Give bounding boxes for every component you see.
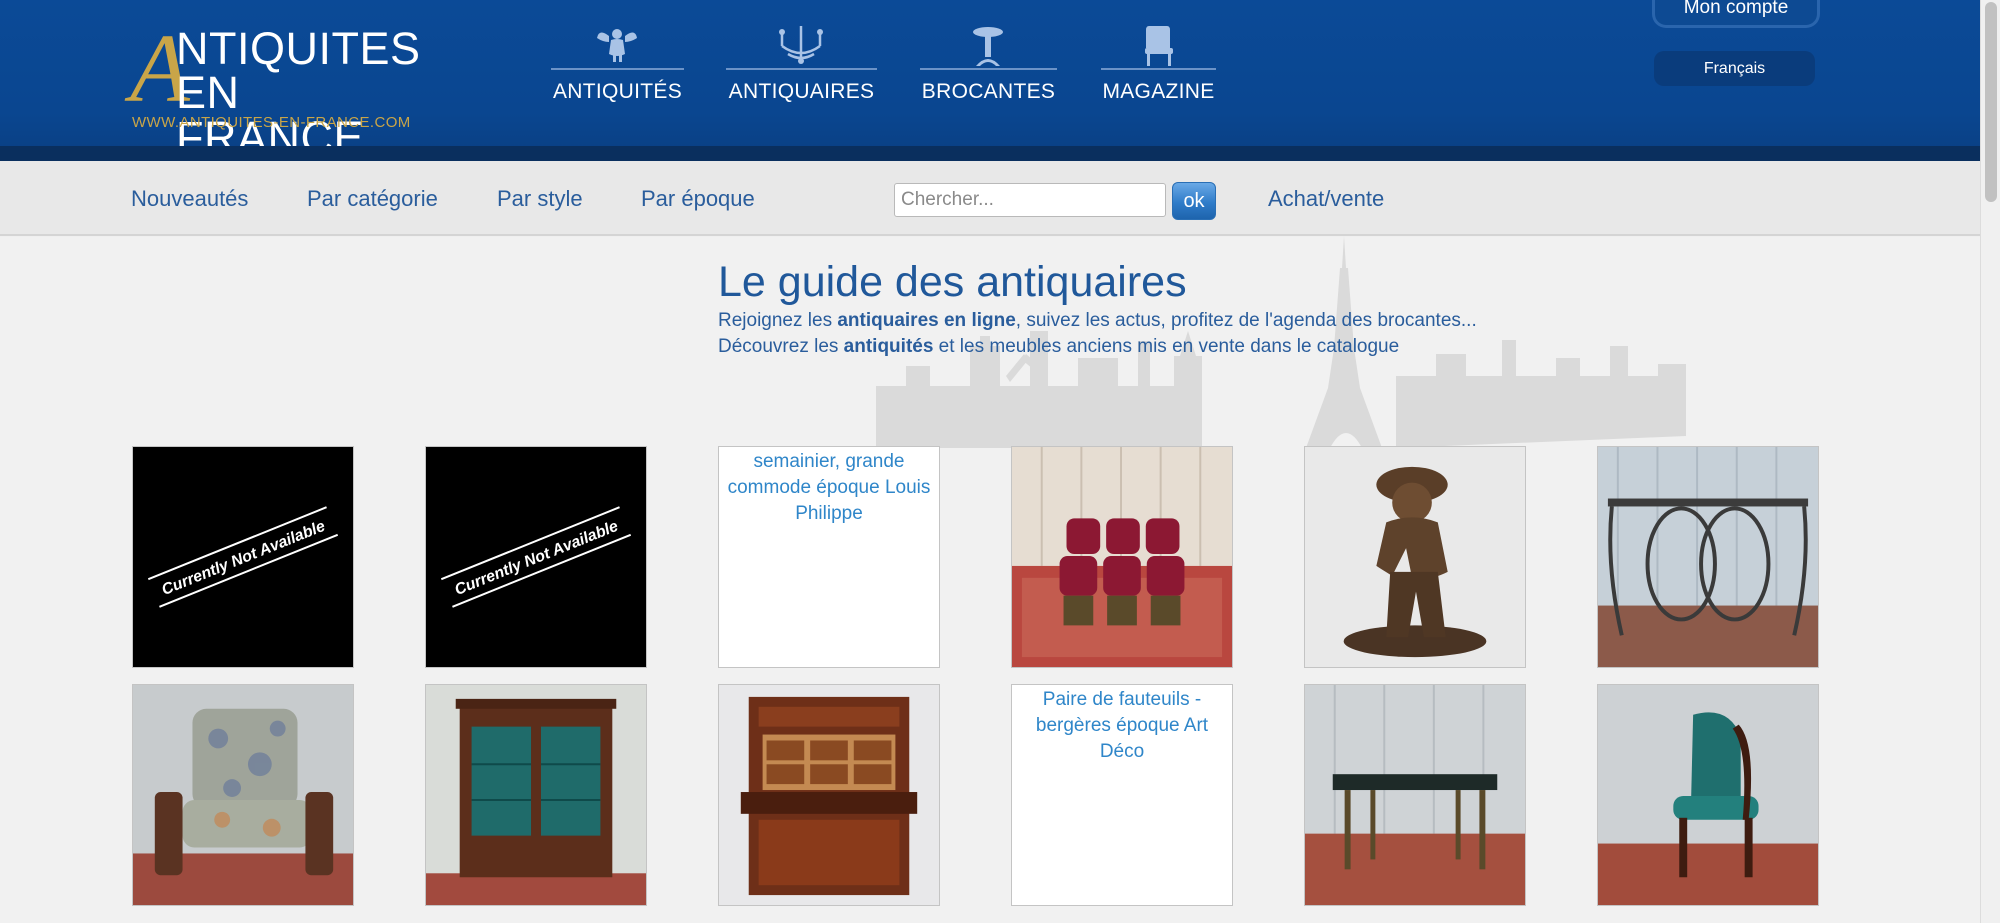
- cherub-icon: [551, 24, 684, 68]
- broken-image-alt-text: Paire de fauteuils - bergères époque Art…: [1035, 689, 1209, 762]
- intro-text: Découvrez les: [718, 336, 844, 357]
- not-available-image: Currently Not Available: [426, 447, 646, 667]
- header-bottom-strip: [0, 146, 1980, 161]
- red-velvet-chairs-photo: [1012, 447, 1232, 667]
- nav-divider: [920, 68, 1057, 70]
- product-tile-secretary[interactable]: [718, 684, 940, 906]
- product-tile-fauteuils[interactable]: Paire de fauteuils - bergères époque Art…: [1011, 684, 1233, 906]
- product-tile-bookcase[interactable]: [425, 684, 647, 906]
- not-available-image: Currently Not Available: [133, 447, 353, 667]
- nav-divider: [1101, 68, 1216, 70]
- link-nouveautes[interactable]: Nouveautés: [131, 186, 248, 212]
- glass-bookcase-photo: [426, 685, 646, 905]
- teal-leather-chair-photo: [1598, 685, 1818, 905]
- floral-armchair-photo: [133, 685, 353, 905]
- site-logo[interactable]: A NTIQUITES EN FRANCE WWW.ANTIQUITES-EN-…: [130, 20, 440, 160]
- nav-label: MAGAZINE: [1102, 80, 1215, 103]
- logo-line-1: NTIQUITES: [176, 23, 421, 74]
- site-header: A NTIQUITES EN FRANCE WWW.ANTIQUITES-EN-…: [0, 0, 1980, 161]
- link-par-style[interactable]: Par style: [497, 186, 583, 212]
- intro-link-antiquites[interactable]: antiquités: [844, 336, 934, 357]
- language-button[interactable]: Français: [1654, 51, 1815, 86]
- bronze-statue-photo: [1305, 447, 1525, 667]
- product-tile-statue[interactable]: [1304, 446, 1526, 668]
- scrollbar-thumb[interactable]: [1985, 2, 1997, 202]
- nav-divider: [726, 68, 877, 70]
- intro-text: Rejoignez les: [718, 310, 838, 331]
- nav-antiquaires[interactable]: ANTIQUAIRES: [726, 24, 877, 104]
- sub-nav: Nouveautés Par catégorie Par style Par é…: [0, 161, 1980, 236]
- nav-label: ANTIQUAIRES: [728, 80, 875, 103]
- nav-divider: [551, 68, 684, 70]
- nav-magazine[interactable]: MAGAZINE: [1101, 24, 1216, 104]
- intro-link-antiquaires[interactable]: antiquaires en ligne: [837, 310, 1015, 331]
- product-tile-unavailable[interactable]: Currently Not Available: [132, 446, 354, 668]
- pedestal-table-icon: [920, 24, 1057, 68]
- guide-intro-line-2: Découvrez les antiquités et les meubles …: [718, 336, 1399, 358]
- broken-image-alt-text: semainier, grande commode époque Louis P…: [727, 451, 931, 524]
- link-par-epoque[interactable]: Par époque: [641, 186, 755, 212]
- chandelier-icon: [726, 24, 877, 68]
- guide-intro-line-1: Rejoignez les antiquaires en ligne, suiv…: [718, 310, 1477, 332]
- product-tile-armchair[interactable]: [132, 684, 354, 906]
- my-account-button[interactable]: Mon compte: [1652, 0, 1820, 28]
- product-tile-marble-table[interactable]: [1304, 684, 1526, 906]
- nav-label: ANTIQUITÉS: [552, 80, 682, 103]
- search-input[interactable]: [894, 183, 1166, 217]
- armchair-icon: [1101, 24, 1216, 68]
- product-tile-chairs[interactable]: [1011, 446, 1233, 668]
- logo-url: WWW.ANTIQUITES-EN-FRANCE.COM: [132, 114, 411, 131]
- nav-antiquites[interactable]: ANTIQUITÉS: [551, 24, 684, 104]
- link-achat-vente[interactable]: Achat/vente: [1268, 186, 1384, 212]
- secretary-desk-photo: [719, 685, 939, 905]
- link-par-categorie[interactable]: Par catégorie: [307, 186, 438, 212]
- search-ok-button[interactable]: ok: [1172, 182, 1216, 220]
- product-tile-console[interactable]: [1597, 446, 1819, 668]
- metal-console-photo: [1598, 447, 1818, 667]
- page-scrollbar[interactable]: [1980, 0, 2000, 923]
- product-tile-teal-chair[interactable]: [1597, 684, 1819, 906]
- product-tile-semainier[interactable]: semainier, grande commode époque Louis P…: [718, 446, 940, 668]
- intro-text: et les meubles anciens mis en vente dans…: [933, 336, 1400, 357]
- marble-table-photo: [1305, 685, 1525, 905]
- intro-text: , suivez les actus, profitez de l'agenda…: [1015, 310, 1477, 331]
- product-tile-unavailable[interactable]: Currently Not Available: [425, 446, 647, 668]
- nav-brocantes[interactable]: BROCANTES: [920, 24, 1057, 104]
- nav-label: BROCANTES: [921, 80, 1056, 103]
- page-title: Le guide des antiquaires: [718, 258, 1187, 306]
